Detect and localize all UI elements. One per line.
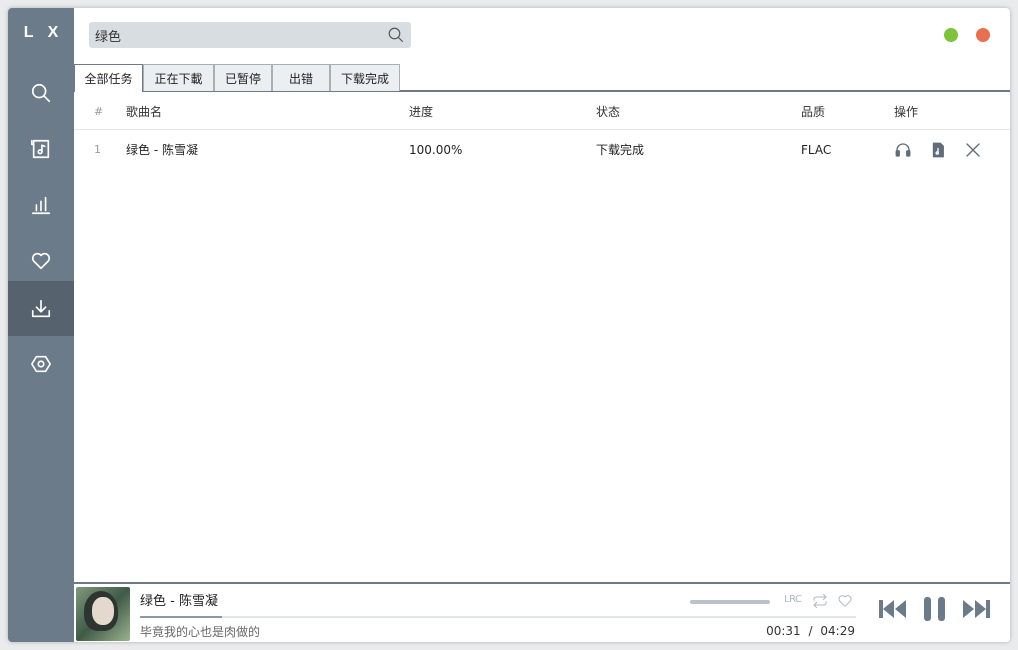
close-icon — [966, 143, 980, 157]
heart-icon — [838, 595, 852, 607]
current-time: 00:31 — [766, 624, 801, 638]
playback-time: 00:31 / 04:29 — [766, 624, 855, 638]
play-button[interactable] — [894, 141, 912, 159]
album-cover[interactable] — [76, 587, 130, 641]
progress-fill — [140, 616, 223, 618]
player-bar: 绿色 - 陈雪凝 毕竟我的心也是肉做的 00:31 / 04:29 LRC — [74, 582, 1010, 642]
tab-error[interactable]: 出错 — [272, 64, 330, 91]
row-index: 1 — [94, 143, 101, 156]
music-file-icon — [31, 139, 50, 158]
sidebar-item-leaderboard[interactable] — [8, 177, 74, 232]
sidebar-item-songlist[interactable] — [8, 121, 74, 176]
current-lyric: 毕竟我的心也是肉做的 — [140, 625, 261, 639]
tab-downloading[interactable]: 正在下載 — [143, 64, 214, 91]
open-file-button[interactable] — [929, 141, 947, 159]
download-tabs: 全部任务 正在下載 已暂停 出错 下载完成 — [74, 64, 1010, 92]
hexagon-gear-icon — [31, 355, 51, 372]
music-file-icon — [932, 142, 944, 158]
row-status: 下载完成 — [596, 143, 645, 157]
remove-button[interactable] — [964, 141, 982, 159]
column-header-name: 歌曲名 — [126, 105, 163, 119]
repeat-toggle[interactable] — [812, 593, 828, 609]
tab-completed[interactable]: 下载完成 — [330, 64, 400, 91]
lyrics-toggle[interactable]: LRC — [784, 594, 802, 610]
tab-all[interactable]: 全部任务 — [74, 64, 143, 92]
volume-slider[interactable] — [690, 600, 770, 604]
column-header-status: 状态 — [596, 105, 621, 119]
previous-button[interactable] — [878, 598, 908, 624]
main-panel: 全部任务 正在下載 已暂停 出错 下载完成 # 歌曲名 进度 状态 品质 操作 … — [74, 8, 1010, 642]
sidebar: L X — [8, 8, 74, 642]
row-quality: FLAC — [801, 143, 832, 157]
sidebar-item-download[interactable] — [8, 281, 74, 336]
column-header-index: # — [94, 105, 104, 118]
app-window: L X 全部任务 正在下載 已 — [8, 8, 1010, 642]
sidebar-item-favorite[interactable] — [8, 233, 74, 288]
previous-icon — [879, 600, 906, 618]
heart-icon — [31, 252, 51, 269]
pause-button[interactable] — [922, 597, 948, 626]
tab-paused[interactable]: 已暂停 — [214, 64, 272, 91]
download-icon — [31, 299, 51, 317]
repeat-icon — [813, 593, 827, 609]
minimize-button[interactable] — [944, 28, 958, 42]
search-icon — [31, 83, 51, 102]
search-input[interactable] — [95, 22, 375, 48]
pause-icon — [924, 597, 945, 621]
time-separator: / — [808, 624, 813, 638]
table-row[interactable]: 1 绿色 - 陈雪凝 100.00% 下载完成 FLAC — [74, 131, 1010, 169]
player-song-name: 绿色 - 陈雪凝 — [140, 594, 218, 609]
progress-bar[interactable] — [140, 616, 856, 618]
search-button[interactable] — [387, 26, 405, 44]
next-icon — [963, 600, 990, 618]
headphones-icon — [895, 143, 911, 157]
search-icon — [388, 27, 404, 43]
column-header-actions: 操作 — [894, 105, 919, 119]
sidebar-item-settings[interactable] — [8, 336, 74, 391]
app-logo: L X — [23, 24, 64, 41]
sidebar-item-search[interactable] — [8, 65, 74, 120]
column-header-progress: 进度 — [409, 105, 434, 119]
search-box — [89, 22, 411, 48]
chart-bars-icon — [31, 196, 51, 214]
row-song-name: 绿色 - 陈雪凝 — [126, 143, 198, 157]
total-time: 04:29 — [820, 624, 855, 638]
favorite-toggle[interactable] — [837, 593, 853, 609]
column-header-quality: 品质 — [801, 105, 826, 119]
row-progress: 100.00% — [409, 143, 463, 157]
next-button[interactable] — [961, 598, 991, 624]
close-button[interactable] — [976, 28, 990, 42]
table-header: # 歌曲名 进度 状态 品质 操作 — [74, 94, 1010, 130]
